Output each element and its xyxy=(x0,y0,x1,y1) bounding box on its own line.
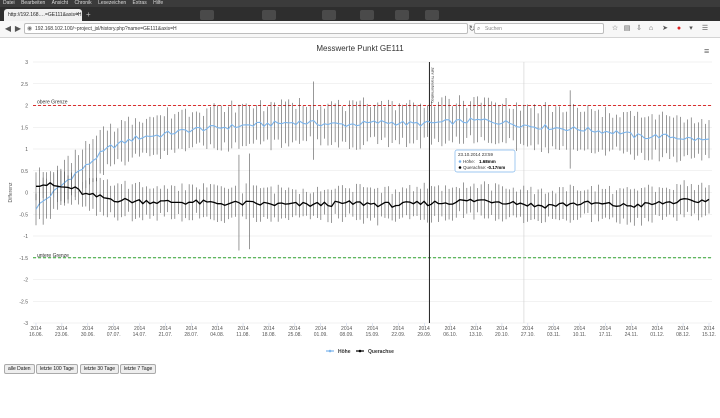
close-icon[interactable]: × xyxy=(75,9,79,21)
x-tick-date: 14.07. xyxy=(133,332,147,338)
x-tick-date: 11.08. xyxy=(236,332,250,338)
send-icon[interactable]: ➤ xyxy=(660,24,670,34)
tab-title: http://192.168.…=GE111&axis=H xyxy=(8,12,82,18)
forward-icon[interactable]: ▶ xyxy=(12,23,24,35)
legend-hoehe-marker xyxy=(328,349,332,353)
menu-extras[interactable]: Extras xyxy=(133,0,147,6)
x-tick-date: 29.09. xyxy=(417,332,431,338)
pinned-tab[interactable] xyxy=(395,10,409,20)
pinned-tab[interactable] xyxy=(360,10,374,20)
transformation-marker-label: Jahr Transformation xyxy=(430,67,435,103)
search-icon: ⌕ xyxy=(477,26,481,32)
x-tick-date: 16.06. xyxy=(29,332,43,338)
x-tick-date: 30.06. xyxy=(81,332,95,338)
y-tick-label: -0.5 xyxy=(19,212,28,218)
hamburger-menu-icon[interactable]: ☰ xyxy=(700,24,710,34)
lower-limit-label: untere Grenze xyxy=(37,253,69,259)
tooltip-querachse-marker xyxy=(458,166,462,169)
menu-chronik[interactable]: Chronik xyxy=(74,0,91,6)
search-placeholder: Suchen xyxy=(485,26,502,32)
upper-limit-label: obere Grenze xyxy=(37,100,68,106)
last-7-days-button[interactable]: letzte 7 Tage xyxy=(120,364,157,374)
x-tick-date: 06.10. xyxy=(443,332,457,338)
pinned-tab[interactable] xyxy=(262,10,276,20)
menu-ansicht[interactable]: Ansicht xyxy=(52,0,68,6)
y-tick-label: 0 xyxy=(25,191,28,197)
x-tick-date: 15.12. xyxy=(702,332,716,338)
y-tick-label: -1.5 xyxy=(19,256,28,262)
x-tick-date: 08.09. xyxy=(340,332,354,338)
last-100-days-button[interactable]: letzte 100 Tage xyxy=(36,364,78,374)
menu-hilfe[interactable]: Hilfe xyxy=(153,0,163,6)
x-tick-date: 27.10. xyxy=(521,332,535,338)
x-tick-date: 24.11. xyxy=(625,332,639,338)
series-line xyxy=(35,117,710,210)
url-bar[interactable]: ◉ 192.168.102.100/~project_jsl/history.p… xyxy=(24,23,468,34)
last-30-days-button[interactable]: letzte 30 Tage xyxy=(80,364,120,374)
x-tick-date: 07.07. xyxy=(107,332,121,338)
y-tick-label: -3 xyxy=(24,321,29,327)
navigation-bar: ◀ ▶ ◉ 192.168.102.100/~project_jsl/histo… xyxy=(0,21,720,38)
all-data-button[interactable]: alle Daten xyxy=(4,364,35,374)
tab-active[interactable]: http://192.168.…=GE111&axis=H × xyxy=(4,9,82,21)
tooltip-hoehe-label: Höhe: xyxy=(463,159,475,164)
menu-bearbeiten[interactable]: Bearbeiten xyxy=(21,0,45,6)
x-tick-date: 01.12. xyxy=(650,332,664,338)
x-tick-date: 25.08. xyxy=(288,332,302,338)
tooltip-hoehe-value: 1.68mm xyxy=(479,159,496,164)
pinned-tab[interactable] xyxy=(200,10,214,20)
x-tick-date: 10.11. xyxy=(573,332,587,338)
legend-querachse: Querachse xyxy=(368,349,394,355)
bookmark-star-icon[interactable]: ☆ xyxy=(610,24,620,34)
extension-icon[interactable]: ▾ xyxy=(686,24,696,34)
y-tick-label: 0.5 xyxy=(21,169,28,175)
bookmarks-list-icon[interactable]: ▤ xyxy=(622,24,632,34)
search-input[interactable]: ⌕ Suchen xyxy=(474,23,604,34)
x-tick-date: 18.08. xyxy=(262,332,276,338)
menu-datei[interactable]: Datei xyxy=(3,0,15,6)
x-tick-date: 28.07. xyxy=(184,332,198,338)
y-axis-title: Differenz xyxy=(8,182,14,202)
x-tick-date: 01.09. xyxy=(314,332,328,338)
x-tick-date: 21.07. xyxy=(158,332,172,338)
y-tick-label: -1 xyxy=(24,234,29,240)
legend-querachse-marker xyxy=(358,349,362,353)
chart: 3 2.5 2 1.5 1 0.5 0 -0.5 -1 -1.5 -2 -2.5 -3 Differenz… xyxy=(8,60,716,355)
tab-strip: http://192.168.…=GE111&axis=H × + xyxy=(0,7,720,21)
pinned-tab[interactable] xyxy=(425,10,439,20)
x-tick-date: 15.09. xyxy=(366,332,380,338)
downloads-icon[interactable]: ⇩ xyxy=(634,24,644,34)
globe-icon: ◉ xyxy=(27,26,33,32)
y-tick-label: -2.5 xyxy=(19,299,28,305)
menu-lesezeichen[interactable]: Lesezeichen xyxy=(98,0,126,6)
tooltip-querachse-label: Querachse: xyxy=(463,165,486,170)
url-text: 192.168.102.100/~project_jsl/history.php… xyxy=(35,26,177,32)
y-tick-label: -2 xyxy=(24,278,29,284)
x-tick-date: 20.10. xyxy=(495,332,509,338)
tooltip-hoehe-marker xyxy=(458,160,462,163)
home-icon[interactable]: ⌂ xyxy=(646,24,656,34)
y-tick-label: 3 xyxy=(25,60,28,66)
y-tick-label: 1.5 xyxy=(21,125,28,131)
x-tick-date: 08.12. xyxy=(676,332,690,338)
adblock-icon[interactable]: ● xyxy=(674,24,684,34)
tooltip-date: 23.10.2014 23:59 xyxy=(458,152,494,157)
x-tick-date: 03.11. xyxy=(547,332,561,338)
y-tick-label: 2 xyxy=(25,104,28,110)
series-line xyxy=(36,181,710,209)
legend-hoehe: Höhe xyxy=(338,349,351,355)
x-tick-date: 22.09. xyxy=(391,332,405,338)
tooltip-querachse-value: -0.17mm xyxy=(487,165,505,170)
new-tab-icon[interactable]: + xyxy=(86,11,91,19)
x-tick-date: 23.06. xyxy=(55,332,69,338)
x-tick-date: 04.08. xyxy=(210,332,224,338)
y-tick-label: 2.5 xyxy=(21,82,28,88)
pinned-tab[interactable] xyxy=(322,10,336,20)
menu-bar: Datei Bearbeiten Ansicht Chronik Lesezei… xyxy=(0,0,720,7)
y-tick-label: 1 xyxy=(25,147,28,153)
x-tick-date: 17.11. xyxy=(599,332,613,338)
x-tick-date: 13.10. xyxy=(469,332,483,338)
